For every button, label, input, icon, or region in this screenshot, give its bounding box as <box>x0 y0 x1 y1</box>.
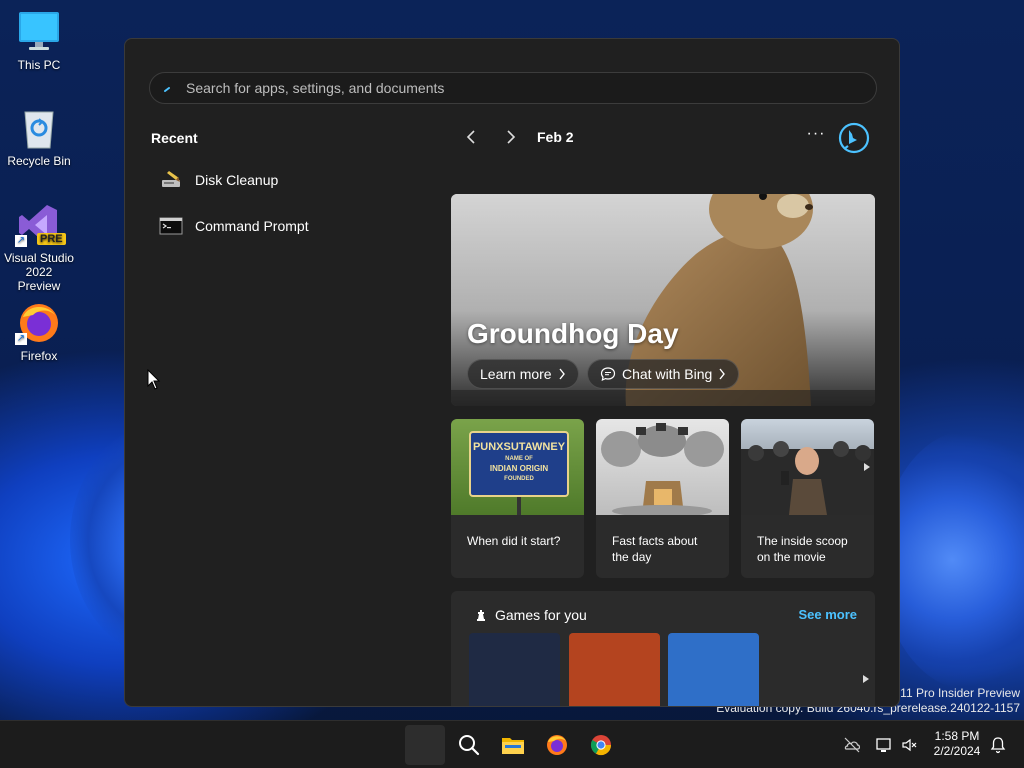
search-button[interactable] <box>449 725 489 765</box>
cartoon-illustration <box>601 423 724 515</box>
desktop-icon-label: Visual Studio 2022 Preview <box>4 251 74 293</box>
recent-item-command-prompt[interactable]: Command Prompt <box>153 209 413 243</box>
preview-badge: PRE <box>37 233 66 245</box>
search-icon <box>459 735 480 756</box>
start-search-box[interactable] <box>149 72 877 104</box>
movie-still-image <box>741 419 874 515</box>
volume-muted-icon[interactable] <box>900 735 920 755</box>
onedrive-offline-icon[interactable] <box>842 735 862 755</box>
cartoon-groundhogs-image <box>596 419 729 515</box>
clock-date: 2/2/2024 <box>933 744 981 758</box>
desktop-icon-label: Recycle Bin <box>7 154 71 168</box>
start-menu: Recent Disk Cleanup Command Prompt <box>124 38 900 707</box>
chat-with-bing-label: Chat with Bing <box>622 366 713 382</box>
desktop-icon-this-pc[interactable]: This PC <box>4 10 74 72</box>
shortcut-arrow-icon: ↗ <box>15 333 27 345</box>
learn-more-label: Learn more <box>480 366 552 382</box>
game-tile[interactable] <box>668 633 759 706</box>
card-caption: The inside scoop on the movie <box>757 534 848 564</box>
previous-day-button[interactable] <box>451 122 491 152</box>
chevron-right-icon <box>559 368 565 380</box>
punxsutawney-sign-image: PUNXSUTAWNEY NAME OF INDIAN ORIGIN FOUND… <box>451 419 584 515</box>
clock-time: 1:58 PM <box>934 729 980 743</box>
hero-card-groundhog-day[interactable]: Groundhog Day Learn more Chat with Bing <box>451 194 875 406</box>
historic-sign: PUNXSUTAWNEY NAME OF INDIAN ORIGIN FOUND… <box>469 431 569 497</box>
games-for-you-section: Games for you See more <box>451 591 875 706</box>
system-clock[interactable]: 1:58 PM 2/2/2024 <box>928 729 986 759</box>
command-prompt-icon <box>159 214 183 238</box>
visual-studio-icon: PRE ↗ <box>15 203 66 247</box>
taskbar: 1:58 PM 2/2/2024 <box>0 720 1024 768</box>
learn-more-button[interactable]: Learn more <box>467 359 579 389</box>
games-heading: Games for you <box>495 607 587 623</box>
chess-piece-icon <box>477 610 485 621</box>
sign-subtitle: INDIAN ORIGIN <box>489 464 549 473</box>
monitor-icon <box>17 10 61 54</box>
card-caption: Fast facts about the day <box>612 534 698 564</box>
firefox-taskbar-button[interactable] <box>537 725 577 765</box>
see-more-link[interactable]: See more <box>798 607 857 622</box>
recent-item-disk-cleanup[interactable]: Disk Cleanup <box>153 163 413 197</box>
desktop-icon-label: Firefox <box>20 349 58 363</box>
game-tile[interactable] <box>569 633 660 706</box>
feed-card-inside-scoop[interactable]: The inside scoop on the movie <box>741 419 874 578</box>
chevron-right-icon <box>507 130 516 144</box>
next-day-button[interactable] <box>491 122 531 152</box>
desktop-icon-firefox[interactable]: ↗ Firefox <box>4 301 74 363</box>
file-explorer-button[interactable] <box>493 725 533 765</box>
more-options-button[interactable]: ··· <box>805 125 827 149</box>
crowd-illustration <box>741 441 874 515</box>
chat-with-bing-button[interactable]: Chat with Bing <box>587 359 740 389</box>
recent-item-label: Disk Cleanup <box>195 172 279 188</box>
chat-bubble-icon <box>600 367 616 382</box>
hero-title: Groundhog Day <box>467 318 679 349</box>
notification-bell-icon[interactable] <box>988 735 1008 755</box>
sign-title: PUNXSUTAWNEY <box>472 441 566 453</box>
feed-card-when-did-it-start[interactable]: PUNXSUTAWNEY NAME OF INDIAN ORIGIN FOUND… <box>451 419 584 578</box>
chrome-icon <box>590 735 612 756</box>
sign-subtitle: FOUNDED <box>504 476 534 482</box>
feed-card-fast-facts[interactable]: Fast facts about the day <box>596 419 729 578</box>
sign-subtitle: NAME OF <box>505 456 533 462</box>
bing-icon <box>838 122 870 154</box>
recent-heading: Recent <box>151 130 198 146</box>
recent-item-label: Command Prompt <box>195 218 309 234</box>
search-input[interactable] <box>186 73 876 103</box>
desktop-icon-recycle-bin[interactable]: Recycle Bin <box>4 106 74 168</box>
start-button[interactable] <box>405 725 445 765</box>
recycle-bin-icon <box>17 106 61 150</box>
firefox-icon <box>547 735 567 755</box>
disk-cleanup-icon <box>159 168 183 192</box>
scroll-right-arrow-icon[interactable] <box>864 463 870 471</box>
game-tile[interactable] <box>469 633 560 706</box>
firefox-icon: ↗ <box>15 301 61 345</box>
card-caption: When did it start? <box>467 534 561 548</box>
network-disconnected-icon[interactable] <box>874 735 894 755</box>
folder-icon <box>502 738 524 754</box>
search-icon <box>150 83 186 93</box>
feed-date: Feb 2 <box>537 129 574 145</box>
shortcut-arrow-icon: ↗ <box>15 235 27 247</box>
desktop-icon-label: This PC <box>17 58 61 72</box>
chevron-right-icon <box>719 368 726 380</box>
bing-button[interactable] <box>837 121 871 155</box>
chevron-left-icon <box>466 130 475 144</box>
chrome-taskbar-button[interactable] <box>581 725 621 765</box>
mouse-cursor-icon <box>147 369 161 390</box>
scroll-right-arrow-icon[interactable] <box>863 675 869 683</box>
desktop-icon-visual-studio[interactable]: PRE ↗ Visual Studio 2022 Preview <box>4 203 74 293</box>
sign-post <box>517 497 521 515</box>
